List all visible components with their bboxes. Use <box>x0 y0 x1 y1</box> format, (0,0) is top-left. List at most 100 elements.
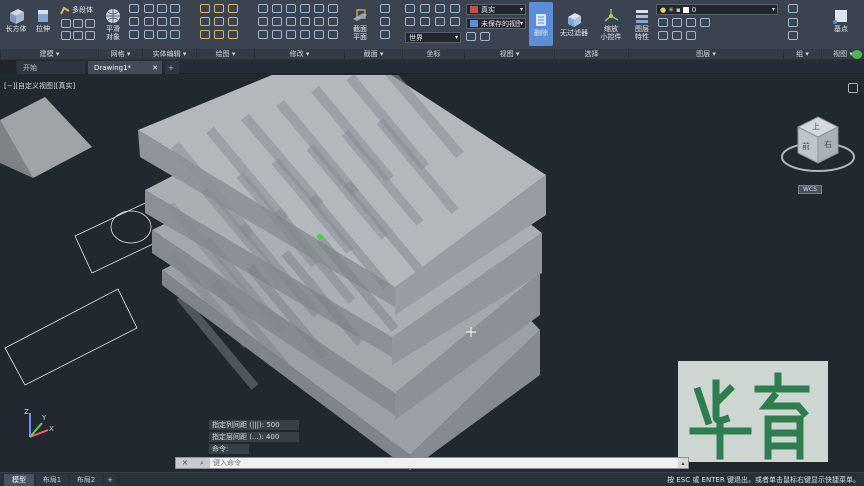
layer-tool-5-icon[interactable] <box>658 31 668 40</box>
sphere-icon[interactable] <box>73 19 83 28</box>
ellipse-icon[interactable] <box>228 17 238 26</box>
wcs-menu[interactable]: WCS <box>798 185 822 194</box>
rotate-icon[interactable] <box>272 4 282 13</box>
group-edit-icon[interactable] <box>788 31 798 40</box>
group-view[interactable]: 视图 ▾ <box>464 49 554 59</box>
align-icon[interactable] <box>272 30 282 39</box>
search-icon[interactable]: ⌕ <box>200 459 204 468</box>
viewcube[interactable]: 上 前 右 WCS <box>778 105 858 195</box>
group-section[interactable]: 截面 ▾ <box>344 49 402 59</box>
box-button[interactable]: 长方体 <box>3 3 29 37</box>
layer-tool-1-icon[interactable] <box>658 18 668 27</box>
mesh-refine-icon[interactable] <box>129 4 139 13</box>
presspull-icon[interactable] <box>85 19 95 28</box>
ucs-object-icon[interactable] <box>420 17 430 26</box>
command-input[interactable] <box>210 458 678 468</box>
trim-icon[interactable] <box>272 17 282 26</box>
revolve-icon[interactable] <box>61 31 71 40</box>
viewport-icon[interactable] <box>466 32 476 41</box>
layer-tool-3-icon[interactable] <box>686 18 696 27</box>
shell-icon[interactable] <box>170 17 180 26</box>
delete-button[interactable]: 删除 <box>529 2 553 46</box>
scale-icon[interactable] <box>328 4 338 13</box>
ucs-world-icon[interactable] <box>420 4 430 13</box>
3d-move-icon[interactable] <box>286 30 296 39</box>
ribbon-expand-icon[interactable] <box>852 50 862 59</box>
section-plane-button[interactable]: 截面 平面 <box>346 3 374 45</box>
mesh-split-icon[interactable] <box>129 30 139 39</box>
spline-icon[interactable] <box>228 30 238 39</box>
polygon-icon[interactable] <box>200 30 210 39</box>
polysolid-button[interactable]: 多段体 <box>60 4 98 16</box>
add-layout-button[interactable]: + <box>104 474 116 486</box>
hatch-icon[interactable] <box>214 30 224 39</box>
cylinder-icon[interactable] <box>61 19 71 28</box>
3d-array-icon[interactable] <box>328 30 338 39</box>
group-groups[interactable]: 组 ▾ <box>783 49 821 59</box>
tab-layout2[interactable]: 布局2 <box>70 474 102 486</box>
ucs-dropdown[interactable]: 世界 ▾ <box>405 32 461 43</box>
group-mesh[interactable]: 网格 ▾ <box>98 49 142 59</box>
new-tab-button[interactable]: + <box>165 61 179 74</box>
layer-tool-6-icon[interactable] <box>672 31 682 40</box>
copy-icon[interactable] <box>286 4 296 13</box>
ucs-view-icon[interactable] <box>435 17 445 26</box>
tab-model[interactable]: 模型 <box>4 474 34 486</box>
layer-tool-2-icon[interactable] <box>672 18 682 27</box>
interfere-icon[interactable] <box>157 17 167 26</box>
close-icon[interactable]: ✕ <box>152 64 162 72</box>
group-modeling[interactable]: 建模 ▾ <box>0 49 98 59</box>
section-settings-icon[interactable] <box>380 4 390 13</box>
ucs-origin-icon[interactable] <box>435 4 445 13</box>
extract-edges-icon[interactable] <box>170 30 180 39</box>
section-generate-icon[interactable] <box>380 17 390 26</box>
layer-properties-button[interactable]: 图层 特性 <box>629 3 655 45</box>
ungroup-icon[interactable] <box>788 18 798 27</box>
group-icon[interactable] <box>788 4 798 13</box>
ucs-3point-icon[interactable] <box>450 17 460 26</box>
group-draw[interactable]: 绘图 ▾ <box>196 49 254 59</box>
arc-icon[interactable] <box>200 17 210 26</box>
3d-rotate-icon[interactable] <box>300 30 310 39</box>
loft-icon[interactable] <box>73 31 83 40</box>
gizmo-button[interactable]: 缩放 小控件 <box>596 3 626 45</box>
erase-icon[interactable] <box>258 30 268 39</box>
layer-tool-7-icon[interactable] <box>686 31 696 40</box>
group-solid-editing[interactable]: 实体编辑 ▾ <box>142 49 196 59</box>
extrude-button[interactable]: 拉伸 <box>30 3 56 37</box>
polyline-icon[interactable] <box>214 4 224 13</box>
group-layers[interactable]: 图层 ▾ <box>628 49 783 59</box>
move-icon[interactable] <box>258 4 268 13</box>
rectangle-icon[interactable] <box>214 17 224 26</box>
ucs-z-icon[interactable] <box>450 4 460 13</box>
fillet-edge-icon[interactable] <box>144 30 154 39</box>
3d-mirror-icon[interactable] <box>314 30 324 39</box>
base-point-button[interactable]: 基点 <box>826 3 856 37</box>
close-icon[interactable]: ✕ <box>182 459 188 467</box>
group-modify[interactable]: 修改 ▾ <box>254 49 344 59</box>
saved-view-dropdown[interactable]: 未保存的视图 ▾ <box>466 18 526 29</box>
section-live-icon[interactable] <box>380 30 390 39</box>
slice-icon[interactable] <box>144 17 154 26</box>
viewport-restore-icon[interactable] <box>848 83 858 93</box>
subtract-icon[interactable] <box>157 4 167 13</box>
circle-icon[interactable] <box>228 4 238 13</box>
extend-icon[interactable] <box>286 17 296 26</box>
named-views-icon[interactable] <box>480 32 490 41</box>
group-coordinates[interactable]: 坐标 <box>402 49 464 59</box>
sweep-icon[interactable] <box>85 31 95 40</box>
chamfer-edge-icon[interactable] <box>157 30 167 39</box>
line-icon[interactable] <box>200 4 210 13</box>
visual-style-dropdown[interactable]: 真实 ▾ <box>466 4 526 15</box>
intersect-icon[interactable] <box>170 4 180 13</box>
layer-tool-4-icon[interactable] <box>700 18 710 27</box>
tab-start[interactable]: 开始 <box>17 61 85 74</box>
mirror-icon[interactable] <box>300 4 310 13</box>
tab-drawing1[interactable]: Drawing1* ✕ <box>88 61 162 74</box>
mesh-crease-icon[interactable] <box>129 17 139 26</box>
chevron-up-icon[interactable]: ▴ <box>678 460 688 467</box>
group-selection[interactable]: 选择 <box>554 49 628 59</box>
union-icon[interactable] <box>144 4 154 13</box>
offset-icon[interactable] <box>314 17 324 26</box>
ucs-face-icon[interactable] <box>405 17 415 26</box>
